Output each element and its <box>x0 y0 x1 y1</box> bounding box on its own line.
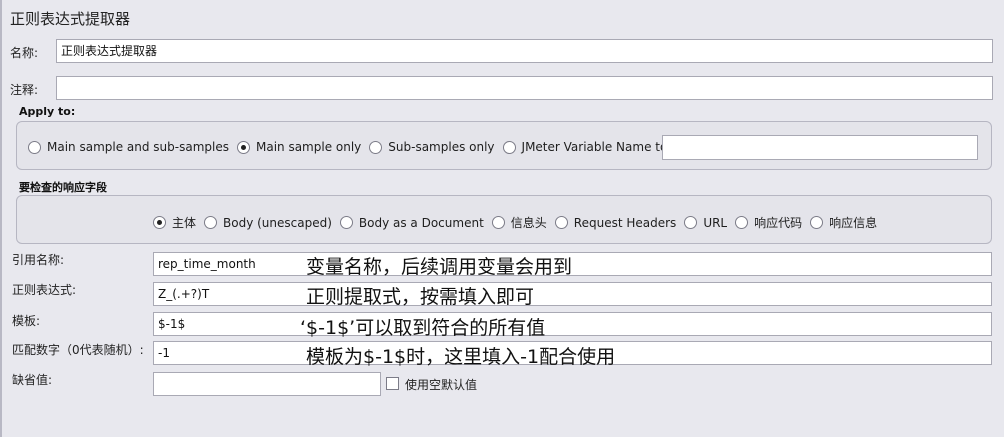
default-value-label: 缺省值: <box>12 373 53 387</box>
radio-label: Sub-samples only <box>388 140 495 154</box>
regex-input[interactable]: Z_(.+?)T <box>153 282 992 306</box>
field-response-message-radio[interactable]: 响应信息 <box>810 214 877 231</box>
radio-icon[interactable] <box>491 216 505 229</box>
apply-to-title: Apply to: <box>19 105 76 118</box>
template-annotation: ‘$-1$’可以取到符合的所有值 <box>300 317 546 339</box>
use-empty-default-label: 使用空默认值 <box>405 378 478 392</box>
radio-label: Main sample and sub-samples <box>47 140 229 154</box>
response-field-title: 要检查的响应字段 <box>19 181 107 194</box>
radio-icon[interactable] <box>204 216 218 229</box>
name-label: 名称: <box>10 46 39 60</box>
panel-title: 正则表达式提取器 <box>10 10 131 28</box>
template-label: 模板: <box>12 314 41 328</box>
match-no-annotation: 模板为$-1$时，这里填入-1配合使用 <box>306 346 616 368</box>
apply-sub-only-radio[interactable]: Sub-samples only <box>369 140 495 154</box>
radio-icon[interactable] <box>810 216 824 229</box>
field-body-as-document-radio[interactable]: Body as a Document <box>339 215 484 230</box>
regex-label: 正则表达式: <box>12 283 77 297</box>
radio-label: URL <box>703 215 728 230</box>
radio-label: 信息头 <box>510 216 547 230</box>
apply-main-only-radio[interactable]: Main sample only <box>236 140 362 154</box>
field-body-radio[interactable]: 主体 <box>153 214 196 231</box>
ref-name-input[interactable]: rep_time_month <box>153 252 992 276</box>
ref-name-annotation: 变量名称，后续调用变量会用到 <box>306 256 573 278</box>
radio-label: Body as a Document <box>358 215 484 230</box>
radio-icon[interactable] <box>684 216 698 229</box>
field-url-radio[interactable]: URL <box>684 216 727 230</box>
radio-selected-icon[interactable] <box>153 216 166 229</box>
radio-icon[interactable] <box>735 216 749 229</box>
radio-label: 响应代码 <box>754 216 803 230</box>
radio-label: 主体 <box>172 216 197 230</box>
field-body-unescaped-radio[interactable]: Body (unescaped) <box>204 216 332 230</box>
window-left-edge <box>0 0 2 437</box>
jmeter-variable-input[interactable] <box>662 135 978 160</box>
ref-name-label: 引用名称: <box>12 253 65 267</box>
radio-label: 响应信息 <box>829 216 878 230</box>
field-headers-radio[interactable]: 信息头 <box>491 214 547 231</box>
field-request-headers-radio[interactable]: Request Headers <box>554 215 677 230</box>
regex-annotation: 正则提取式，按需填入即可 <box>306 286 535 308</box>
radio-label: Main sample only <box>255 140 362 154</box>
default-value-input[interactable] <box>153 372 381 396</box>
radio-icon[interactable] <box>28 140 41 154</box>
template-input[interactable]: $-1$ <box>153 312 992 336</box>
radio-label: Request Headers <box>573 215 677 230</box>
comment-input[interactable] <box>56 76 993 100</box>
radio-icon[interactable] <box>369 140 383 154</box>
field-response-code-radio[interactable]: 响应代码 <box>735 214 802 231</box>
radio-icon[interactable] <box>554 216 568 229</box>
comment-label: 注释: <box>10 83 39 97</box>
radio-icon[interactable] <box>339 216 353 229</box>
radio-icon[interactable] <box>502 140 516 154</box>
use-empty-default-checkbox[interactable] <box>386 377 399 390</box>
apply-to-options: Main sample and sub-samples Main sample … <box>28 140 700 154</box>
radio-label: Body (unescaped) <box>223 215 332 230</box>
radio-selected-icon[interactable] <box>236 140 250 154</box>
response-field-options: 主体 Body (unescaped) Body as a Document 信… <box>153 214 885 231</box>
match-no-label: 匹配数字（0代表随机）: <box>12 343 144 357</box>
apply-main-and-sub-radio[interactable]: Main sample and sub-samples <box>28 140 229 154</box>
name-input[interactable]: 正则表达式提取器 <box>56 39 993 63</box>
